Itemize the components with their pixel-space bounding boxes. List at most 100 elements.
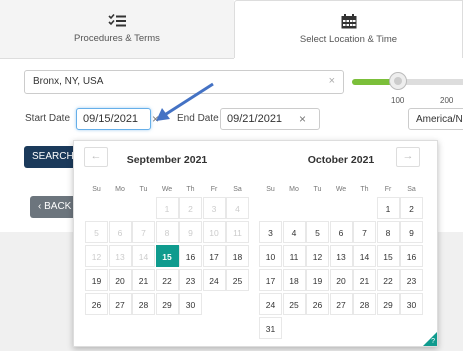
calendar-day: 3 (202, 197, 226, 219)
calendar-day[interactable]: 31 (259, 317, 282, 339)
calendar-day: 4 (226, 197, 249, 219)
weekday-header: Sa (407, 186, 416, 193)
calendar-day[interactable]: 18 (282, 269, 306, 291)
calendar-day: 2 (179, 197, 202, 219)
calendar-day: 9 (179, 221, 202, 243)
start-date-label: Start Date (25, 113, 71, 124)
calendar-day[interactable]: 21 (132, 269, 155, 291)
calendar-day[interactable]: 30 (400, 293, 423, 315)
weekday-header: Fr (210, 186, 218, 193)
calendar-day[interactable]: 9 (400, 221, 423, 243)
calendar-day[interactable]: 26 (85, 293, 108, 315)
clear-start-date-icon[interactable]: × (152, 112, 159, 126)
slider-tick-200: 200 (440, 96, 454, 105)
calendar-day[interactable]: 27 (108, 293, 132, 315)
calendar-day: 6 (108, 221, 132, 243)
weekday-header: Su (266, 186, 275, 193)
tab-select-location-time[interactable]: Select Location & Time (234, 0, 463, 58)
calendar-day[interactable]: 17 (202, 245, 226, 267)
calendar-day[interactable]: 1 (376, 197, 400, 219)
calendar-day[interactable]: 19 (306, 269, 329, 291)
calendar-day[interactable]: 12 (306, 245, 329, 267)
tab-label: Select Location & Time (299, 34, 398, 45)
checklist-icon (108, 14, 126, 27)
clear-location-icon[interactable]: × (329, 75, 335, 87)
calendar-day[interactable]: 10 (259, 245, 282, 267)
tab-label: Procedures & Terms (74, 33, 160, 44)
month-title: September 2021 (126, 154, 208, 166)
weekday-header: Sa (233, 186, 242, 193)
calendar-day: 1 (155, 197, 179, 219)
calendar-day[interactable]: 25 (226, 269, 249, 291)
calendar-day[interactable]: 18 (226, 245, 249, 267)
end-date-label: End Date (177, 113, 219, 124)
timezone-select[interactable]: America/Ne (408, 108, 463, 130)
clear-end-date-icon[interactable]: × (299, 112, 306, 126)
tab-procedures-terms[interactable]: Procedures & Terms (0, 0, 234, 59)
calendar-day: 11 (226, 221, 249, 243)
calendar-day[interactable]: 24 (259, 293, 282, 315)
calendar-day[interactable]: 5 (306, 221, 329, 243)
calendar-day[interactable]: 23 (179, 269, 202, 291)
weekday-header: Mo (289, 186, 299, 193)
next-month-button[interactable]: → (396, 147, 420, 167)
calendar-day[interactable]: 22 (155, 269, 179, 291)
location-input[interactable]: Bronx, NY, USA × (24, 70, 344, 94)
calendar-day[interactable]: 23 (400, 269, 423, 291)
calendar-day: 13 (108, 245, 132, 267)
calendar-day[interactable]: 3 (259, 221, 282, 243)
calendar-day[interactable]: 19 (85, 269, 108, 291)
weekday-header: Su (92, 186, 101, 193)
calendar-day[interactable]: 24 (202, 269, 226, 291)
calendar-day[interactable]: 22 (376, 269, 400, 291)
calendar-day[interactable]: 30 (179, 293, 202, 315)
calendar-day[interactable]: 28 (132, 293, 155, 315)
calendar-day[interactable]: 29 (155, 293, 179, 315)
search-button[interactable]: SEARCH (24, 146, 80, 168)
weekday-header: Mo (115, 186, 125, 193)
calendar-day[interactable]: 26 (306, 293, 329, 315)
calendar-day: 12 (85, 245, 108, 267)
calendar-day[interactable]: 11 (282, 245, 306, 267)
calendar-day[interactable]: 20 (329, 269, 353, 291)
calendar-day[interactable]: 16 (400, 245, 423, 267)
weekday-header: Th (186, 186, 195, 193)
calendar-icon (341, 14, 356, 29)
calendar-day[interactable]: 29 (376, 293, 400, 315)
calendar-day[interactable]: 28 (353, 293, 376, 315)
location-value: Bronx, NY, USA (33, 76, 104, 87)
calendar-day[interactable]: 6 (329, 221, 353, 243)
prev-month-button[interactable]: ← (84, 147, 108, 167)
weekday-header: Fr (384, 186, 392, 193)
weekday-header: Th (360, 186, 369, 193)
radius-slider-handle[interactable] (389, 72, 407, 90)
calendar-day[interactable]: 27 (329, 293, 353, 315)
calendar-day[interactable]: 13 (329, 245, 353, 267)
calendar-day[interactable]: 4 (282, 221, 306, 243)
date-picker-popup: September 2021 Su Mo Tu We Th Fr Sa 1 2 3 4 5 6 7 8 9 10 1… (73, 140, 438, 347)
calendar-day: 5 (85, 221, 108, 243)
calendar-day[interactable]: 17 (259, 269, 282, 291)
calendar-day: 7 (132, 221, 155, 243)
calendar-day[interactable]: 14 (353, 245, 376, 267)
calendar-day[interactable]: 25 (282, 293, 306, 315)
calendar-day: 10 (202, 221, 226, 243)
help-label: ? (431, 338, 435, 345)
calendar-day: 8 (155, 221, 179, 243)
calendar-day: 14 (132, 245, 155, 267)
calendar-day[interactable]: 21 (353, 269, 376, 291)
calendar-day[interactable]: 8 (376, 221, 400, 243)
calendar-day[interactable]: 7 (353, 221, 376, 243)
weekday-header: Tu (139, 186, 148, 193)
calendar-day[interactable]: 2 (400, 197, 423, 219)
weekday-header: Tu (313, 186, 322, 193)
start-date-input[interactable]: 09/15/2021 (76, 108, 151, 130)
month-title: October 2021 (307, 154, 375, 166)
calendar-day[interactable]: 15 (376, 245, 400, 267)
calendar-day[interactable]: 16 (179, 245, 202, 267)
calendar-day[interactable]: 20 (108, 269, 132, 291)
weekday-header: We (161, 186, 173, 193)
slider-tick-100: 100 (391, 96, 405, 105)
weekday-header: We (335, 186, 347, 193)
selected-day[interactable]: 15 (155, 245, 179, 267)
